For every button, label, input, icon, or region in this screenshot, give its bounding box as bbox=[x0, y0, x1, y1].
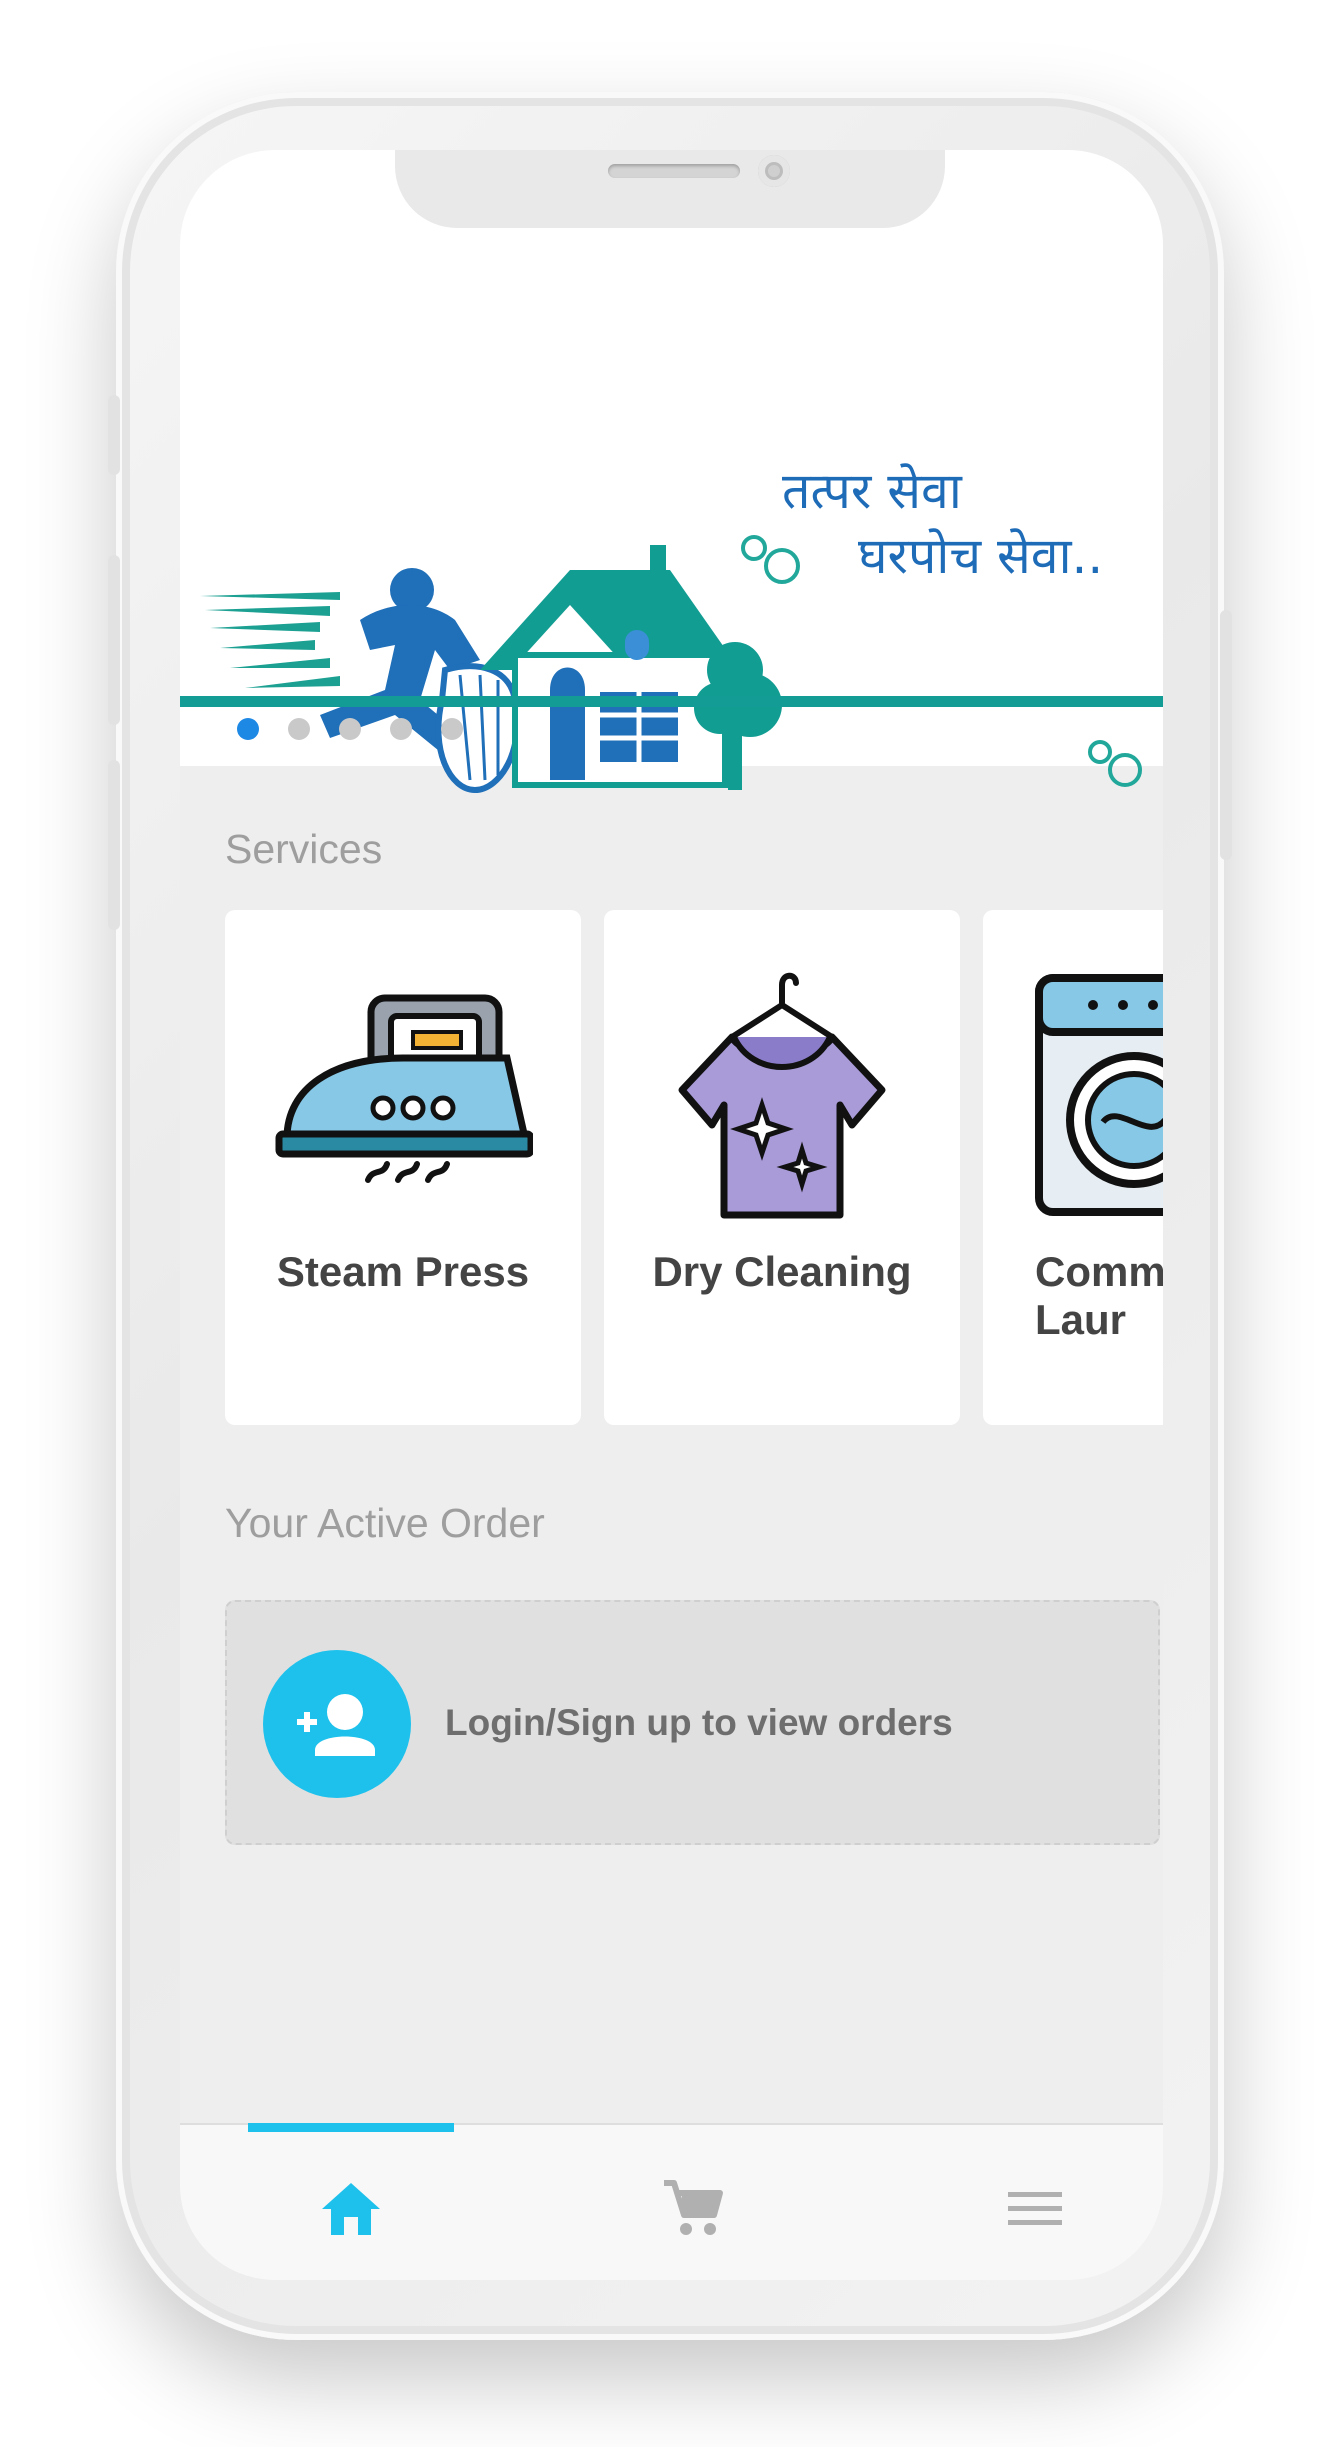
cart-icon bbox=[664, 2180, 723, 2235]
washing-machine-icon bbox=[1035, 974, 1163, 1216]
service-card-commercial-laundry[interactable]: Comm Laur bbox=[983, 910, 1163, 1425]
service-card-steam-press[interactable]: Steam Press bbox=[225, 910, 581, 1425]
banner-tagline-1: तत्पर सेवा bbox=[782, 462, 962, 520]
banner-tagline-2: घरपोच सेवा.. bbox=[858, 527, 1104, 585]
banner-logo-image bbox=[200, 535, 1142, 794]
carousel-dot-3[interactable] bbox=[339, 718, 361, 740]
login-avatar-button[interactable] bbox=[263, 1650, 411, 1798]
earpiece-speaker bbox=[608, 164, 740, 178]
menu-icon bbox=[1008, 2192, 1062, 2225]
front-camera bbox=[758, 155, 790, 187]
add-user-icon bbox=[297, 1694, 375, 1756]
active-order-section-title: Your Active Order bbox=[225, 1500, 545, 1546]
services-section-title: Services bbox=[225, 826, 383, 872]
carousel-dots bbox=[237, 718, 463, 740]
phone-notch bbox=[395, 150, 945, 228]
power-button bbox=[1220, 610, 1232, 860]
banner-carousel[interactable]: तत्पर सेवा घरपोच सेवा.. bbox=[180, 150, 1163, 794]
shirt-hanger-icon bbox=[678, 972, 886, 1219]
nav-menu-tab[interactable] bbox=[1002, 2175, 1068, 2241]
login-prompt-card[interactable]: Login/Sign up to view orders bbox=[225, 1600, 1160, 1845]
service-label-steam-press: Steam Press bbox=[276, 1248, 530, 1295]
carousel-dot-4[interactable] bbox=[390, 718, 412, 740]
active-tab-indicator bbox=[248, 2123, 454, 2132]
steam-iron-icon bbox=[275, 994, 533, 1183]
nav-cart-tab[interactable] bbox=[660, 2175, 726, 2241]
carousel-dot-5[interactable] bbox=[441, 718, 463, 740]
nav-home-tab[interactable] bbox=[318, 2175, 384, 2241]
mute-switch bbox=[108, 395, 120, 475]
login-prompt-text[interactable]: Login/Sign up to view orders bbox=[445, 1702, 953, 1744]
home-icon bbox=[322, 2183, 380, 2235]
service-label-dry-cleaning: Dry Cleaning bbox=[652, 1248, 912, 1295]
bottom-navigation bbox=[180, 2123, 1163, 2280]
banner-divider bbox=[180, 696, 1163, 707]
service-card-dry-cleaning[interactable]: Dry Cleaning bbox=[604, 910, 960, 1425]
volume-down-button bbox=[108, 760, 120, 930]
volume-up-button bbox=[108, 555, 120, 725]
service-label-commercial-laundry: Comm Laur bbox=[1035, 1248, 1163, 1343]
app-screen: तत्पर सेवा घरपोच सेवा.. Services Steam P… bbox=[180, 150, 1163, 2280]
carousel-dot-1[interactable] bbox=[237, 718, 259, 740]
carousel-dot-2[interactable] bbox=[288, 718, 310, 740]
